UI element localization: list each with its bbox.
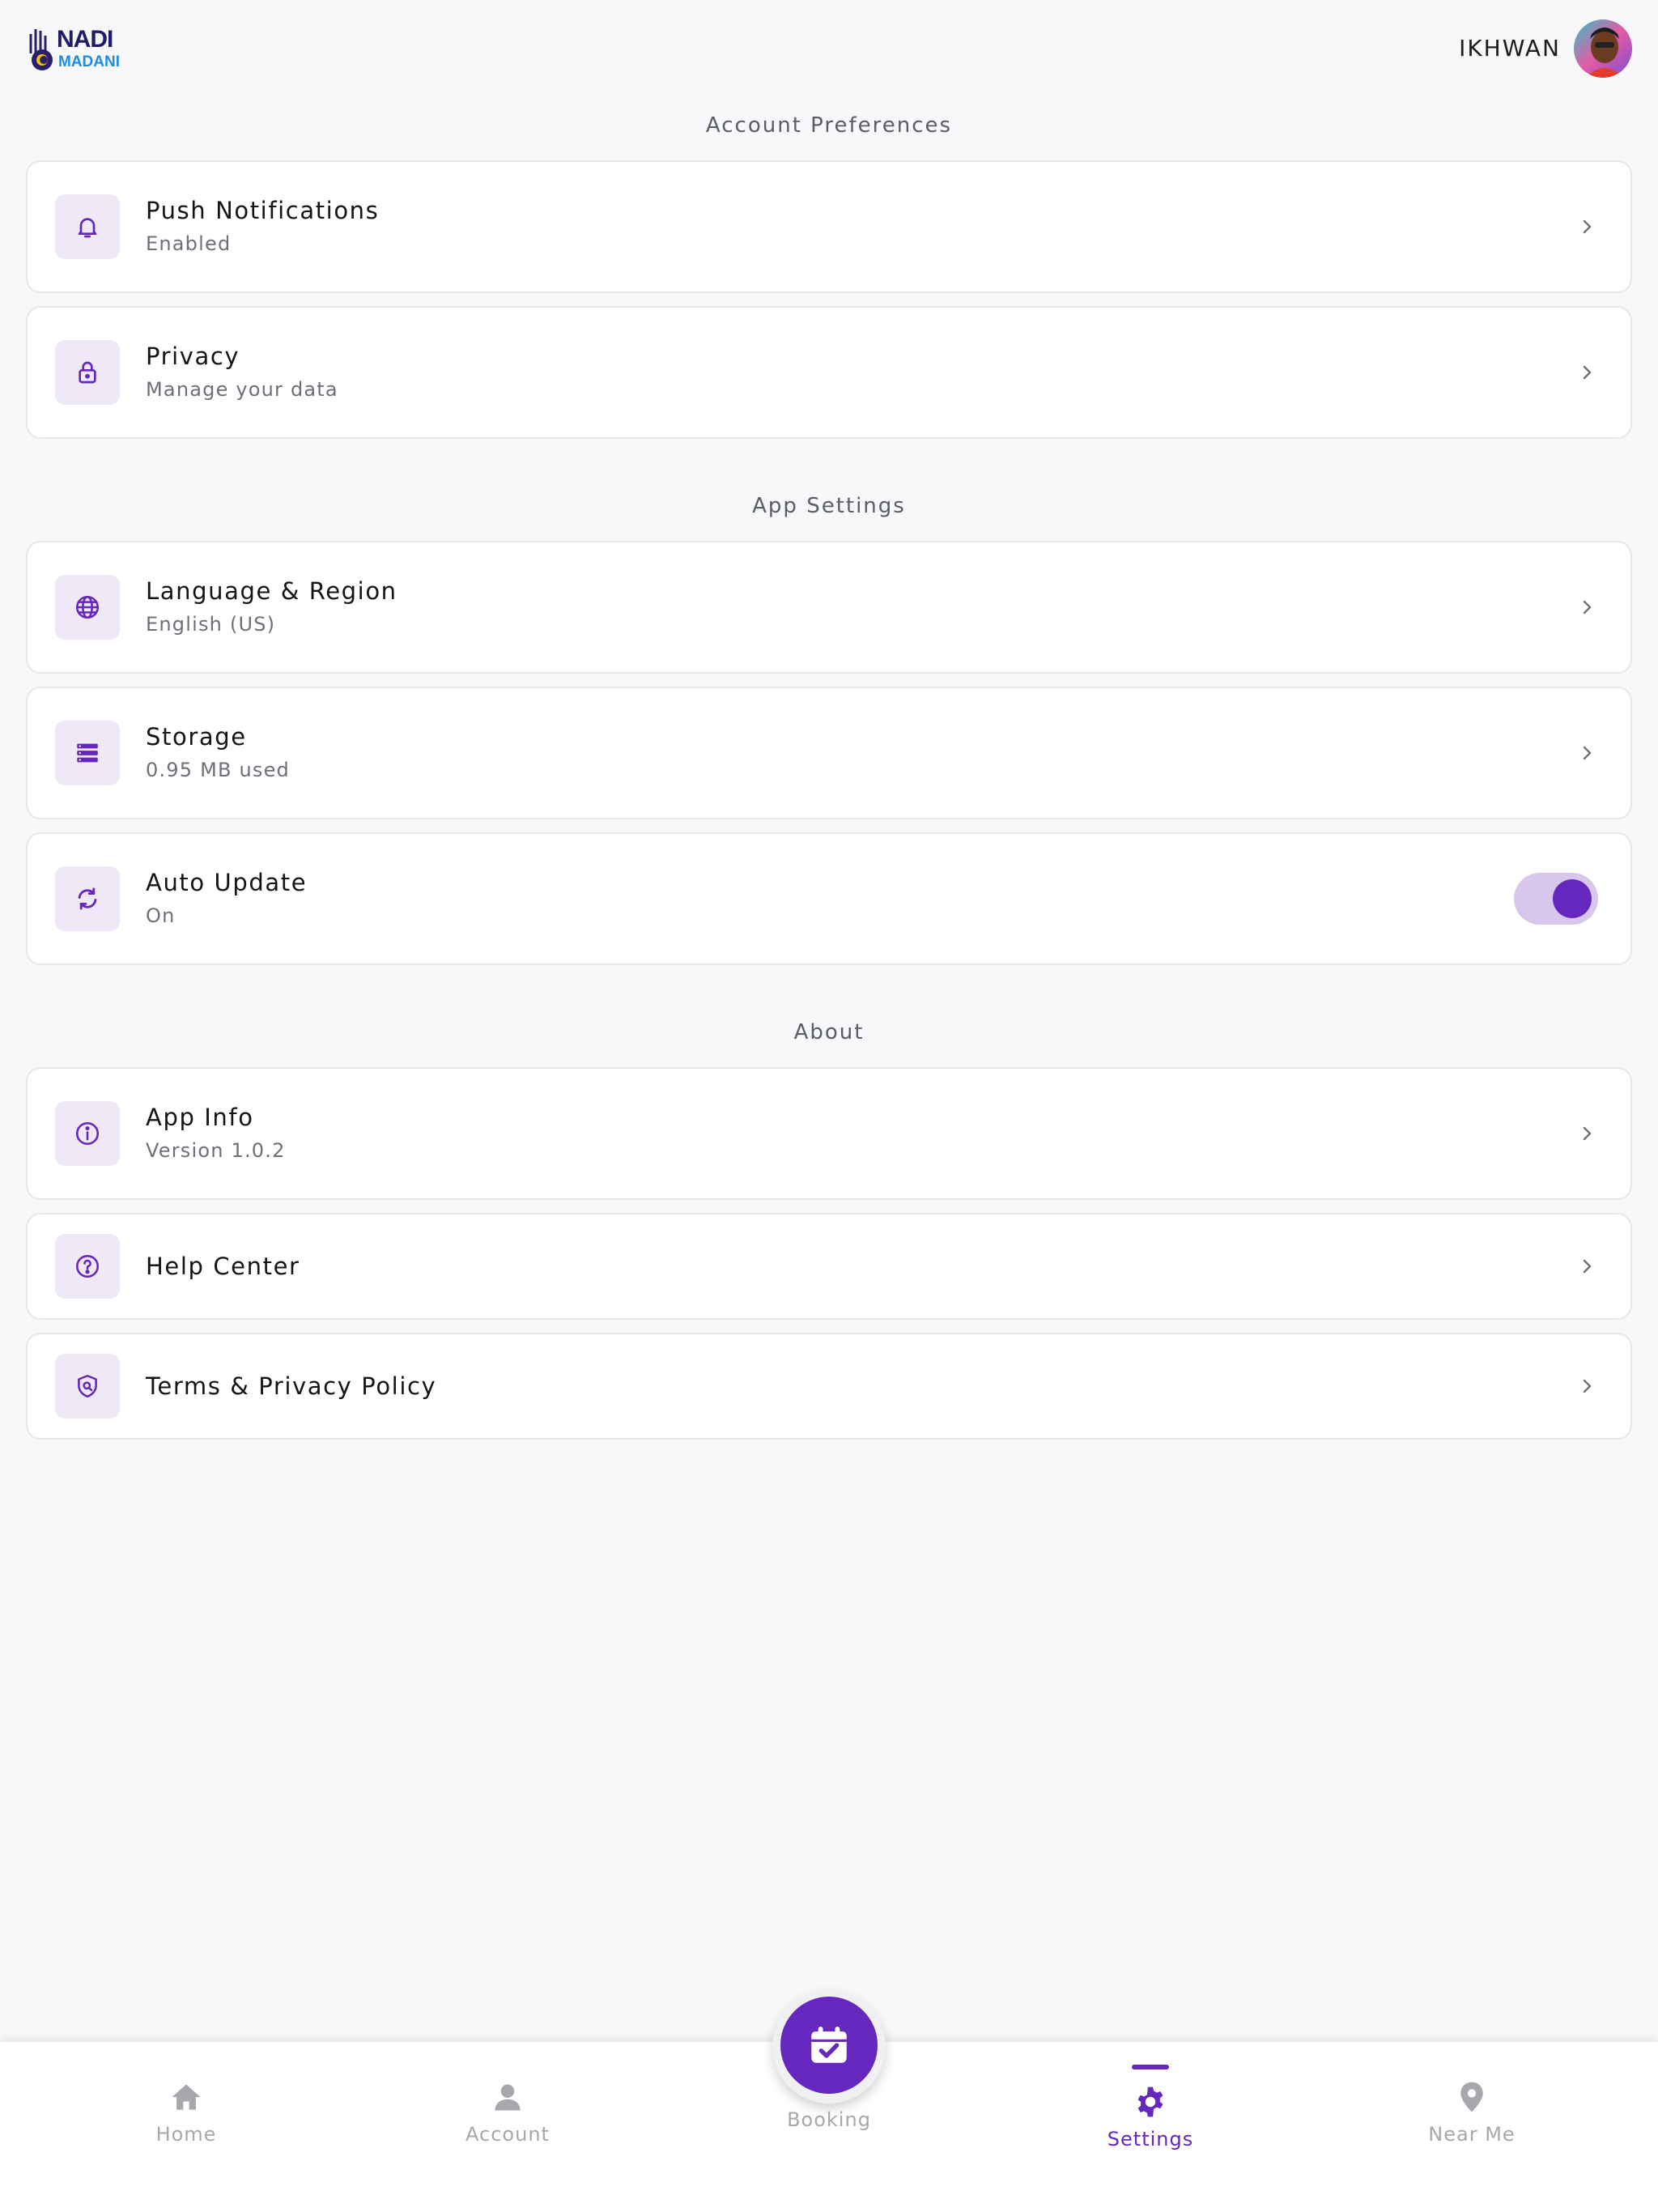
active-indicator [1132, 2065, 1169, 2069]
auto-update-toggle[interactable] [1514, 873, 1598, 925]
nadi-madani-logo[interactable]: NADI MADANI [28, 23, 141, 74]
nav-settings-label: Settings [1107, 2128, 1194, 2150]
bell-icon [55, 194, 120, 259]
privacy-row[interactable]: Privacy Manage your data [26, 306, 1632, 439]
info-icon [55, 1101, 120, 1166]
chevron-right-icon [1583, 219, 1592, 234]
booking-fab-wrapper [772, 1990, 886, 2104]
avatar[interactable] [1574, 19, 1632, 78]
nav-home[interactable]: Home [65, 2042, 308, 2212]
logo-text-bottom: MADANI [58, 53, 120, 70]
privacy-subtitle: Manage your data [146, 378, 338, 401]
push-notifications-row[interactable]: Push Notifications Enabled [26, 160, 1632, 293]
chevron-right-icon [1583, 600, 1592, 615]
app-header: NADI MADANI IKHWAN [0, 0, 1658, 97]
person-icon [495, 2084, 521, 2111]
logo-text-top: NADI [57, 26, 113, 53]
storage-used: 0.95 MB used [146, 759, 290, 781]
chevron-right-icon [1583, 1126, 1592, 1141]
nav-settings[interactable]: Settings [1029, 2042, 1272, 2212]
terms-privacy-title: Terms & Privacy Policy [146, 1372, 437, 1400]
nav-home-label: Home [155, 2123, 217, 2146]
privacy-title: Privacy [146, 342, 240, 370]
chevron-right-icon [1583, 1379, 1592, 1393]
nav-near-me-label: Near Me [1428, 2123, 1516, 2146]
language-region-title: Language & Region [146, 577, 397, 605]
location-pin-icon [1460, 2082, 1483, 2112]
chevron-right-icon [1583, 365, 1592, 380]
section-title-app-settings: App Settings [752, 494, 906, 518]
nav-account-label: Account [466, 2123, 550, 2146]
globe-icon [55, 575, 120, 640]
auto-update-row: Auto Update On [26, 832, 1632, 965]
terms-privacy-row[interactable]: Terms & Privacy Policy [26, 1333, 1632, 1440]
app-version: Version 1.0.2 [146, 1139, 286, 1162]
storage-title: Storage [146, 723, 247, 751]
toggle-knob [1553, 879, 1592, 918]
lock-icon [55, 340, 120, 405]
storage-row[interactable]: Storage 0.95 MB used [26, 687, 1632, 819]
language-region-row[interactable]: Language & Region English (US) [26, 541, 1632, 674]
settings-page: NADI MADANI IKHWAN Account Preferences P… [0, 0, 1658, 2212]
nav-near-me[interactable]: Near Me [1350, 2042, 1593, 2212]
section-title-account-preferences: Account Preferences [705, 113, 953, 138]
help-icon [55, 1234, 120, 1299]
app-info-title: App Info [146, 1104, 254, 1131]
nav-booking-label: Booking [787, 2108, 871, 2131]
booking-button[interactable] [780, 1997, 878, 2094]
user-name[interactable]: IKHWAN [1459, 34, 1561, 63]
home-icon [172, 2084, 201, 2110]
auto-update-title: Auto Update [146, 869, 308, 896]
gear-icon [1137, 2087, 1163, 2117]
help-center-title: Help Center [146, 1253, 300, 1280]
calendar-check-icon [811, 2027, 847, 2063]
nav-account[interactable]: Account [386, 2042, 629, 2212]
push-notifications-status: Enabled [146, 232, 232, 255]
app-info-row[interactable]: App Info Version 1.0.2 [26, 1067, 1632, 1200]
chevron-right-icon [1583, 746, 1592, 760]
shield-icon [55, 1354, 120, 1419]
push-notifications-title: Push Notifications [146, 197, 380, 224]
auto-update-status: On [146, 904, 176, 927]
section-title-about: About [793, 1020, 865, 1044]
chevron-right-icon [1583, 1259, 1592, 1274]
sync-icon [55, 866, 120, 931]
help-center-row[interactable]: Help Center [26, 1213, 1632, 1320]
language-region-value: English (US) [146, 613, 276, 636]
storage-icon [55, 721, 120, 785]
